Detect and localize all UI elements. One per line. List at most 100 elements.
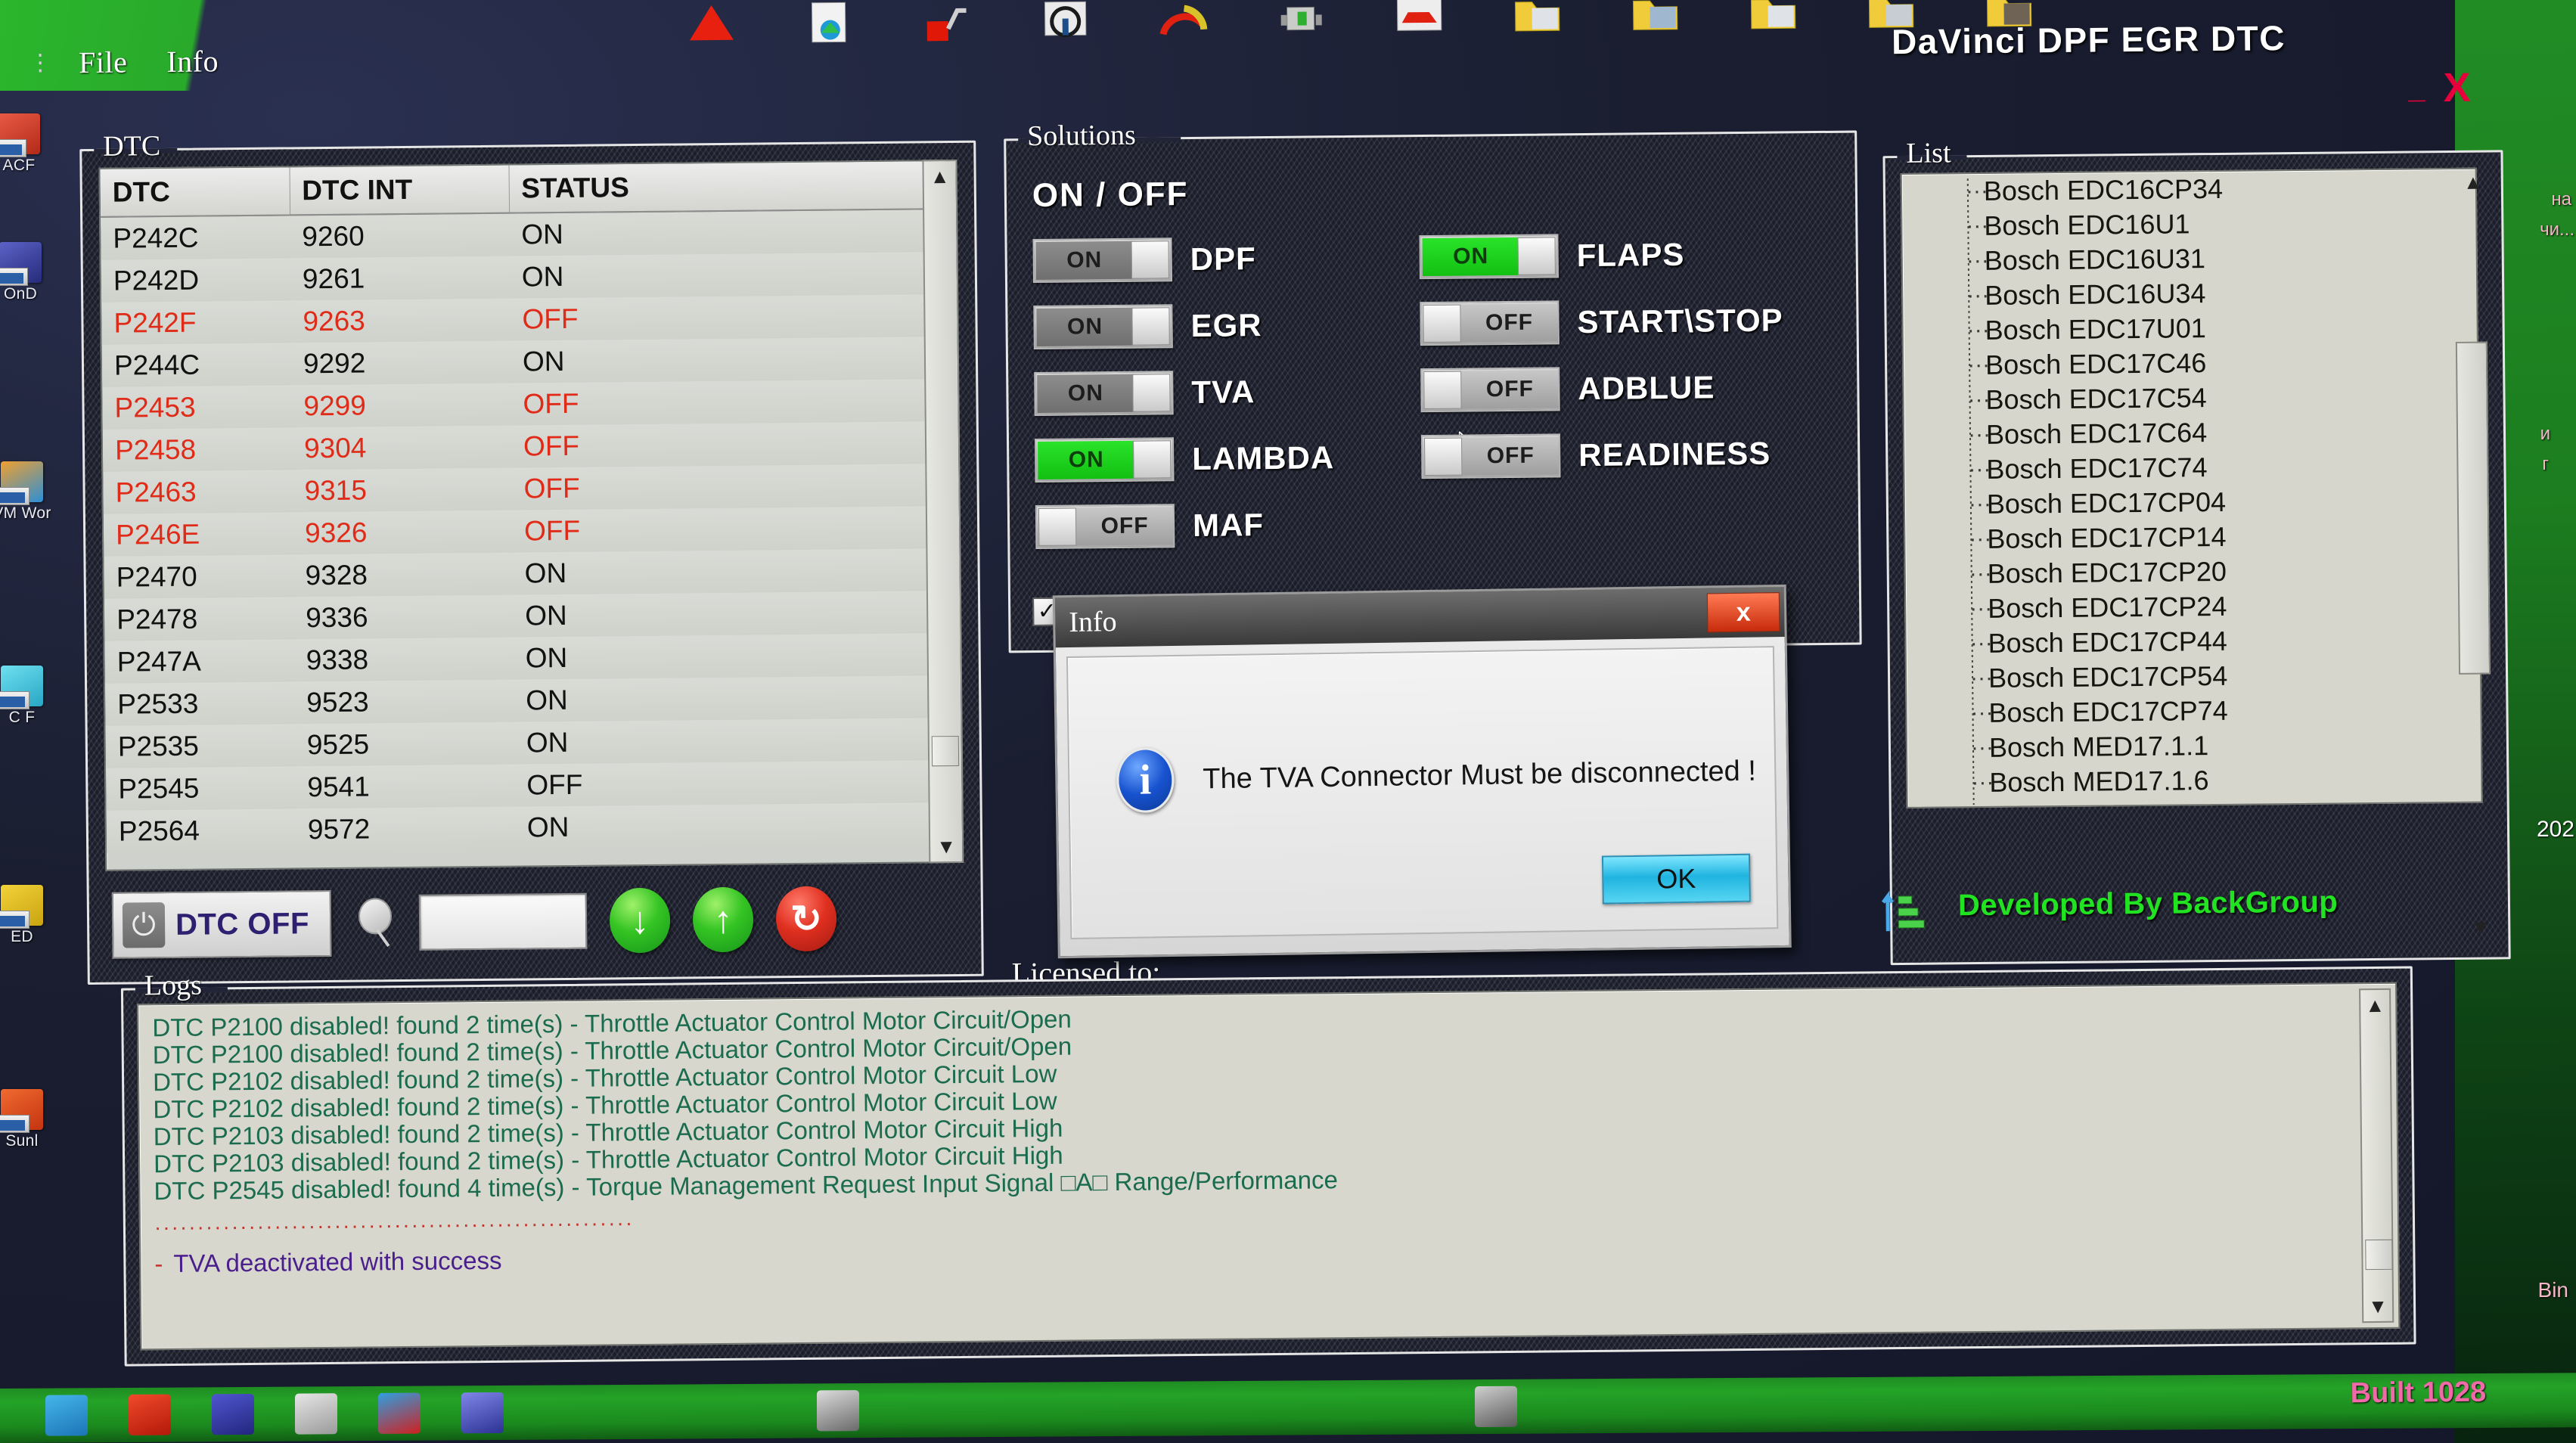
toolbar[interactable] — [686, 0, 2034, 48]
red-triangle-icon[interactable] — [686, 1, 737, 48]
upload-arrow-icon[interactable]: ↑ — [692, 886, 754, 953]
toggle-dpf[interactable]: ON — [1032, 237, 1173, 283]
list-item[interactable]: ··· Bosch EDC17CP24 — [1906, 587, 2479, 627]
toggle-knob[interactable] — [1423, 304, 1461, 343]
menu-item-info[interactable]: Info — [166, 43, 219, 79]
toggle-knob[interactable] — [1517, 237, 1556, 275]
toggle-lambda[interactable]: ON — [1034, 437, 1175, 483]
gauge-icon[interactable] — [1158, 0, 1209, 43]
list-item[interactable]: ··· Bosch EDC16U34 — [1903, 274, 2476, 314]
ecu-list[interactable]: ··· Bosch EDC16CP34 ··· Bosch EDC16U1 ··· Bos… — [1900, 167, 2483, 808]
minimize-button[interactable]: _ — [2408, 71, 2425, 104]
list-item[interactable]: ··· Bosch EDC16U31 — [1903, 239, 2476, 279]
list-item[interactable]: ··· Bosch EDC17CP04 — [1905, 483, 2478, 523]
toggle-tva[interactable]: ON — [1034, 371, 1174, 416]
logs-scroll-up-arrow[interactable]: ▲ — [2360, 990, 2389, 1020]
toggle-knob[interactable] — [1132, 374, 1171, 412]
list-scrollbar-thumb[interactable] — [2455, 341, 2491, 675]
toggle-start-stop[interactable]: OFF — [1420, 300, 1560, 346]
folder-icon-3[interactable] — [1748, 0, 1799, 38]
list-item[interactable]: ··· Bosch EDC17C46 — [1904, 343, 2477, 383]
dtc-cell-status: OFF — [511, 421, 947, 468]
steering-wheel-icon[interactable] — [1040, 0, 1091, 45]
list-panel-legend: List — [1906, 137, 1951, 169]
toggle-knob[interactable] — [1131, 307, 1170, 346]
list-scroll-down-arrow[interactable]: ▼ — [2470, 916, 2490, 939]
taskbar-icon-2[interactable] — [129, 1394, 171, 1435]
list-item[interactable]: ··· Bosch EDC17C64 — [1904, 413, 2478, 453]
document-globe-icon[interactable] — [804, 0, 855, 47]
list-item[interactable]: ··· Bosch MED17.1.1 — [1907, 726, 2481, 766]
toggle-knob[interactable] — [1038, 507, 1077, 546]
red-connector-icon[interactable] — [922, 0, 973, 45]
window-controls[interactable]: _ X — [2408, 64, 2471, 112]
list-item[interactable]: ··· Bosch EDC17C54 — [1904, 378, 2477, 418]
car-red-icon[interactable] — [1394, 0, 1445, 41]
toggle-knob[interactable] — [1424, 437, 1463, 476]
close-button[interactable]: X — [2443, 64, 2471, 111]
download-arrow-icon[interactable]: ↓ — [609, 887, 671, 954]
list-item[interactable]: ··· Bosch EDC17CP44 — [1906, 622, 2479, 662]
engine-icon[interactable] — [1276, 0, 1327, 42]
dtc-scroll-thumb[interactable] — [931, 735, 960, 767]
search-input[interactable] — [418, 892, 588, 951]
list-item[interactable]: ··· Bosch EDC16U1 — [1902, 204, 2475, 244]
list-item[interactable]: ··· Bosch EDC17C74 — [1904, 448, 2478, 488]
dtc-scroll-up-arrow[interactable]: ▲ — [923, 161, 955, 191]
ok-button[interactable]: OK — [1601, 853, 1751, 905]
toggle-adblue[interactable]: OFF — [1420, 367, 1560, 413]
dtc-col-header-status[interactable]: STATUS — [508, 161, 945, 213]
dtc-off-button[interactable]: ⏻ DTC OFF — [111, 889, 332, 959]
list-item[interactable]: ··· Bosch EDC17U01 — [1903, 309, 2476, 349]
taskbar-icon-7[interactable] — [817, 1390, 859, 1432]
logs-scroll-down-arrow[interactable]: ▼ — [2363, 1291, 2392, 1321]
list-item[interactable]: ··· Bosch EDC17CP74 — [1907, 691, 2480, 731]
logs-scrollbar[interactable]: ▲ ▼ — [2359, 988, 2394, 1324]
dtc-scrollbar[interactable]: ▲ ▼ — [922, 159, 964, 864]
toggle-knob[interactable] — [1131, 240, 1169, 279]
close-icon[interactable]: x — [1706, 592, 1780, 633]
taskbar-icon-8[interactable] — [1475, 1386, 1517, 1428]
list-item-label: Bosch EDC16U34 — [1985, 278, 2206, 311]
toggle-knob[interactable] — [1133, 440, 1172, 479]
list-item-label: Bosch MED17.1.1 — [1988, 730, 2209, 763]
logs-textarea[interactable]: DTC P2100 disabled! found 2 time(s) - Th… — [137, 982, 2401, 1351]
toggle-flaps[interactable]: ON — [1419, 234, 1559, 280]
taskbar-icon-3[interactable] — [212, 1393, 254, 1435]
dtc-scroll-down-arrow[interactable]: ▼ — [930, 831, 962, 861]
info-dialog-titlebar[interactable]: Info x — [1054, 586, 1785, 648]
toggle-maf[interactable]: OFF — [1035, 504, 1175, 549]
toggle-readiness[interactable]: OFF — [1420, 433, 1561, 479]
logs-scroll-thumb[interactable] — [2365, 1239, 2393, 1271]
table-row[interactable]: P242C 9260 ON — [101, 209, 945, 260]
list-item[interactable]: ··· Bosch EDC17CP20 — [1906, 552, 2479, 592]
toggle-state-label: ON — [1038, 440, 1135, 479]
toggle-egr[interactable]: ON — [1033, 304, 1173, 349]
taskbar[interactable] — [0, 1373, 2576, 1443]
info-dialog-message: The TVA Connector Must be disconnected ! — [1203, 755, 1757, 795]
folder-icon-1[interactable] — [1512, 0, 1563, 40]
list-item[interactable]: ··· Bosch EDC17CP54 — [1907, 656, 2480, 697]
taskbar-icon-4[interactable] — [295, 1393, 337, 1435]
dtc-col-header-dtc[interactable]: DTC — [100, 167, 290, 217]
list-item[interactable]: ··· Bosch EDC16CP34 — [1902, 169, 2475, 209]
list-item[interactable]: ··· Bosch EDC17CP14 — [1905, 517, 2478, 557]
taskbar-icon-6[interactable] — [461, 1392, 504, 1434]
list-scroll-up-arrow[interactable]: ▲ — [2463, 171, 2483, 194]
dtc-cell-status: OFF — [514, 760, 951, 807]
taskbar-icon-1[interactable] — [45, 1395, 88, 1436]
switch-label: TVA — [1191, 374, 1255, 410]
list-item[interactable]: ··· Bosch MED17.1.6 — [1907, 761, 2481, 801]
table-row[interactable]: P2564 9572 ON — [106, 802, 951, 853]
taskbar-icon-5[interactable] — [378, 1392, 421, 1434]
folder-icon-2[interactable] — [1630, 0, 1681, 39]
dtc-table-container[interactable]: DTC DTC INT STATUS P242C 9260 ON P242D 9261 O… — [98, 160, 953, 871]
tree-dash-icon: ··· — [1971, 769, 1994, 796]
menu-item-file[interactable]: File — [79, 44, 128, 80]
reset-refresh-icon[interactable]: ↻ — [775, 886, 837, 952]
drag-dots-icon[interactable]: ⋮ — [29, 50, 51, 75]
dtc-col-header-dtcint[interactable]: DTC INT — [289, 165, 510, 216]
search-magnifier-icon[interactable] — [354, 898, 397, 948]
toggle-knob[interactable] — [1423, 371, 1462, 410]
menu-bar[interactable]: ⋮ File Info — [29, 43, 219, 80]
